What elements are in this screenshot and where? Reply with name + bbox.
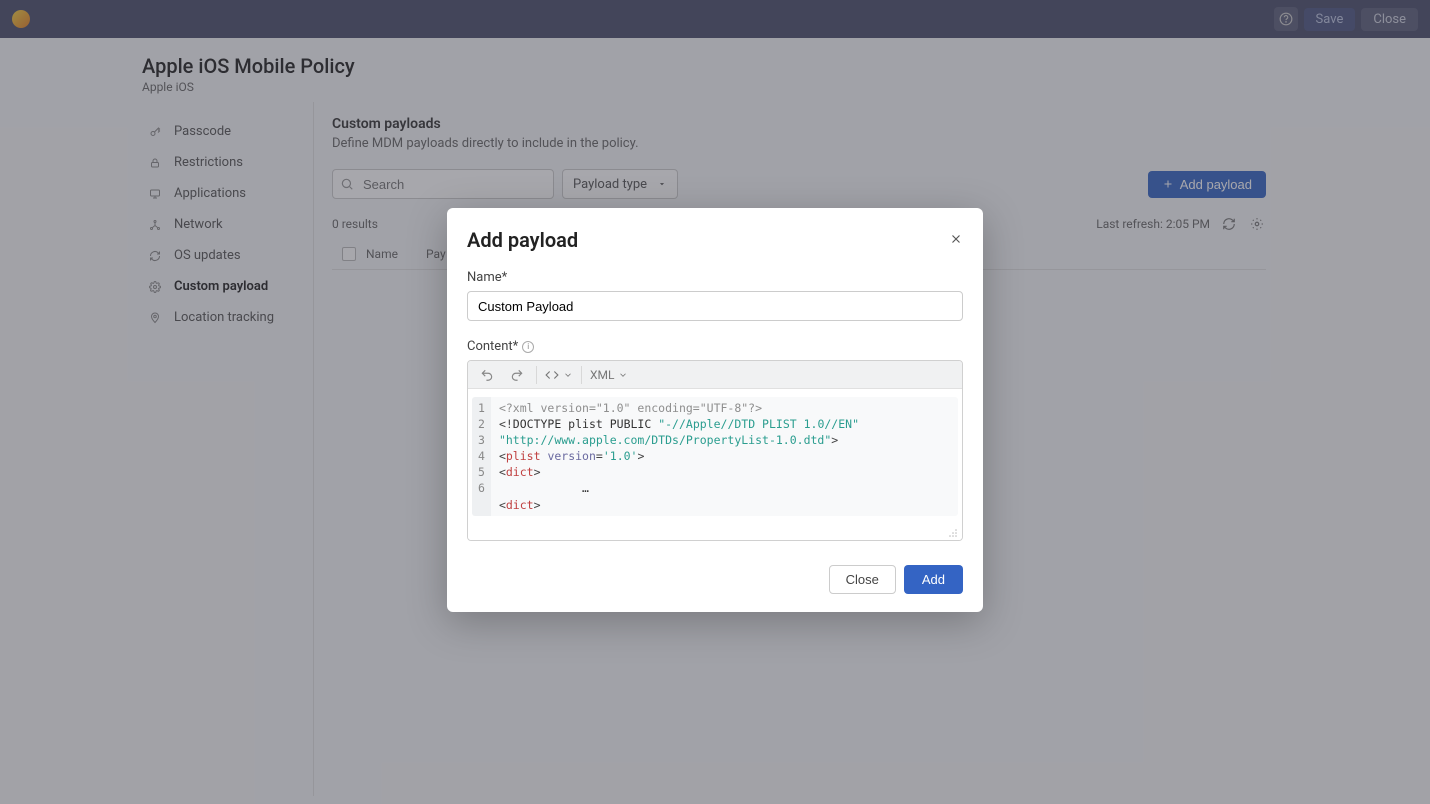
language-label: XML	[590, 368, 614, 382]
code-icon	[545, 368, 559, 382]
modal-add-button[interactable]: Add	[904, 565, 963, 594]
editor-toolbar: XML	[468, 361, 962, 389]
content-field-label: Content* i	[467, 339, 963, 354]
code-content[interactable]: <?xml version="1.0" encoding="UTF-8"?> <…	[491, 397, 958, 516]
modal-title: Add payload	[467, 228, 578, 252]
content-label-text: Content*	[467, 339, 518, 354]
resize-handle-icon[interactable]	[948, 528, 958, 538]
code-format-dropdown[interactable]	[545, 368, 573, 382]
modal-overlay: Add payload Name* Content* i XM	[0, 0, 1430, 804]
language-dropdown[interactable]: XML	[590, 368, 628, 382]
modal-close-button[interactable]: Close	[829, 565, 896, 594]
chevron-down-icon	[563, 370, 573, 380]
undo-icon[interactable]	[476, 365, 498, 385]
add-payload-modal: Add payload Name* Content* i XM	[447, 208, 983, 612]
redo-icon[interactable]	[506, 365, 528, 385]
info-icon[interactable]: i	[522, 341, 534, 353]
name-input[interactable]	[467, 291, 963, 321]
name-field-label: Name*	[467, 270, 963, 285]
line-gutter: 123456	[472, 397, 491, 516]
code-editor: XML 123456 <?xml version="1.0" encoding=…	[467, 360, 963, 541]
chevron-down-icon	[618, 370, 628, 380]
code-area[interactable]: 123456 <?xml version="1.0" encoding="UTF…	[468, 389, 962, 540]
close-icon[interactable]	[949, 231, 963, 250]
